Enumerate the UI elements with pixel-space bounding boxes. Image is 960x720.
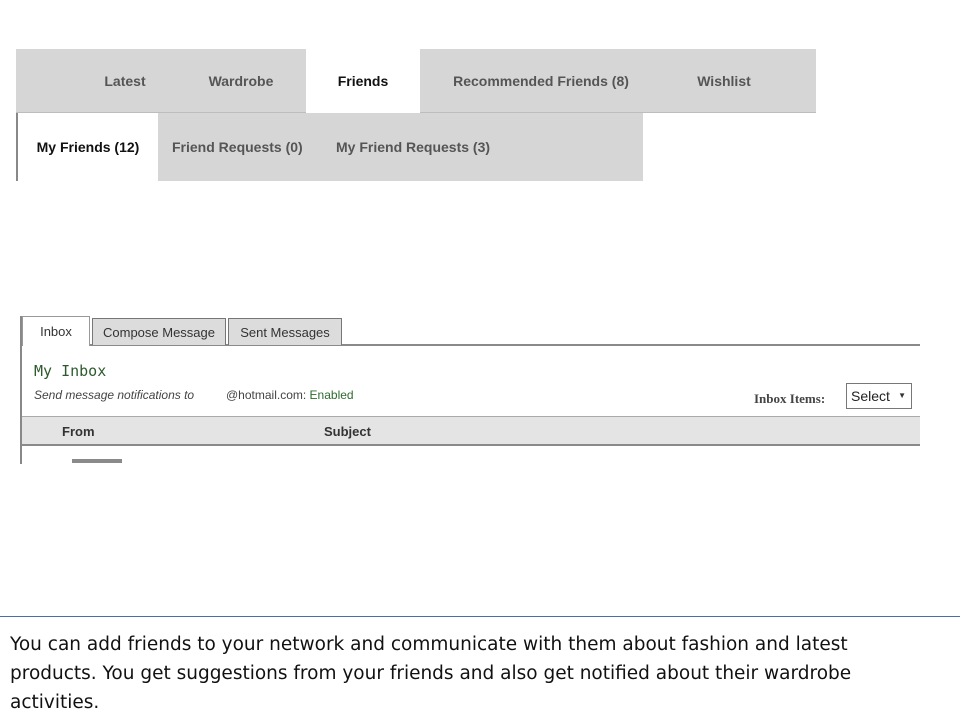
notification-email: @hotmail.com: Enabled (226, 388, 354, 402)
inbox-table-header: From Subject (22, 416, 920, 446)
tab-friend-requests[interactable]: Friend Requests (0) (172, 113, 322, 181)
tab-my-friend-requests[interactable]: My Friend Requests (3) (336, 113, 516, 181)
tab-wardrobe[interactable]: Wardrobe (190, 49, 292, 112)
inbox-panel: Inbox Compose Message Sent Messages My I… (20, 316, 920, 464)
select-value: Select (851, 388, 890, 404)
table-row-placeholder (72, 459, 122, 463)
tab-recommended-friends[interactable]: Recommended Friends (8) (440, 49, 642, 112)
message-tab-bar: Inbox Compose Message Sent Messages (22, 316, 920, 346)
notification-status: Enabled (309, 388, 354, 402)
notification-setting-label: Send message notifications to (34, 388, 195, 402)
inbox-items-label: Inbox Items: (754, 391, 826, 406)
tab-sent-messages[interactable]: Sent Messages (228, 318, 342, 345)
caption-divider (0, 616, 960, 617)
column-header-from[interactable]: From (62, 424, 95, 439)
slide-caption: You can add friends to your network and … (10, 634, 852, 713)
tab-friends[interactable]: Friends (306, 49, 420, 113)
notification-email-address: @hotmail.com (226, 388, 303, 402)
tab-wishlist[interactable]: Wishlist (676, 49, 772, 112)
main-tab-bar: Latest Wardrobe Friends Recommended Frie… (16, 49, 816, 113)
tab-my-friends[interactable]: My Friends (12) (18, 113, 158, 181)
inbox-title: My Inbox (34, 362, 107, 380)
inbox-items-select[interactable]: Select ▼ (846, 383, 912, 409)
tab-compose-message[interactable]: Compose Message (92, 318, 226, 345)
column-header-subject[interactable]: Subject (324, 424, 371, 439)
dropdown-arrow-icon: ▼ (898, 391, 906, 400)
friends-sub-tab-bar: My Friends (12) Friend Requests (0) My F… (16, 113, 643, 181)
tab-inbox[interactable]: Inbox (22, 316, 90, 346)
tab-latest[interactable]: Latest (94, 49, 156, 112)
